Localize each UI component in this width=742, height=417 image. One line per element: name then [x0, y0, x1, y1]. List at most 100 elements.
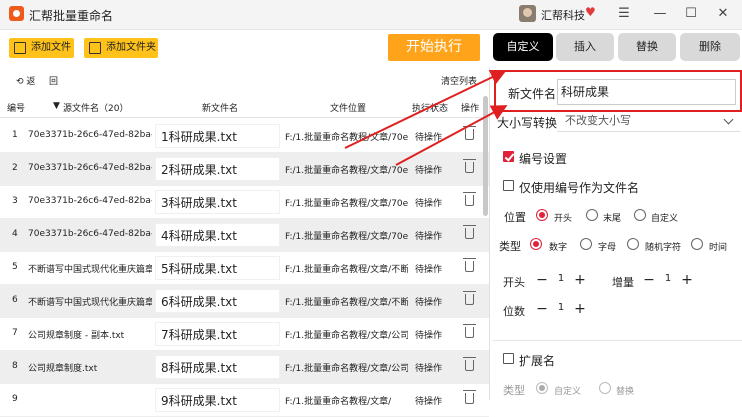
start-value[interactable]: 1	[551, 273, 571, 284]
start-minus-button[interactable]: −	[534, 270, 550, 290]
table-row[interactable]: 9 9科研成果.txt F:/1.批量重命名教程/文章/待操作	[0, 384, 489, 417]
add-file-button[interactable]: 添加文件	[9, 38, 74, 58]
title-bar: 汇帮批量重命名 汇帮科技 ♥ ☰ — ☐ ✕	[0, 0, 742, 30]
col-index[interactable]: 编号	[7, 101, 25, 114]
back-button[interactable]: ⟲ 返	[16, 74, 35, 87]
start-stepper[interactable]: − 1 +	[534, 270, 592, 290]
case-select[interactable]: 不改变大小写	[557, 110, 740, 132]
maximize-button[interactable]: ☐	[680, 4, 702, 24]
digits-value[interactable]: 1	[551, 302, 571, 313]
tab-delete[interactable]: 删除	[680, 33, 740, 61]
type-label: 类型	[499, 240, 521, 253]
close-button[interactable]: ✕	[712, 4, 734, 24]
back-label: 返	[26, 77, 36, 87]
position-custom-radio[interactable]	[634, 209, 646, 221]
row-new-name: 1科研成果.txt	[155, 124, 280, 148]
type-random-radio[interactable]	[627, 238, 639, 250]
digits-minus-button[interactable]: −	[534, 299, 550, 319]
app-logo-icon	[9, 6, 24, 21]
new-filename-label: 新文件名	[508, 87, 557, 101]
tab-insert[interactable]: 插入	[556, 33, 614, 61]
trash-icon[interactable]	[463, 159, 476, 173]
section-divider	[492, 340, 742, 341]
col-original-name[interactable]: 源文件名（20）	[63, 101, 128, 114]
add-file-label: 添加文件	[31, 42, 71, 53]
sort-down-icon[interactable]: ▼	[53, 101, 60, 111]
trash-icon[interactable]	[463, 390, 476, 404]
new-filename-input[interactable]: 科研成果	[557, 79, 736, 105]
table-row[interactable]: 6 不断谱写中国式现代化重庆篇章.txt6科研成果.txt F:/1.批量重命名教程…	[0, 285, 489, 318]
clear-list-button[interactable]: 清空列表	[441, 74, 477, 87]
extension-checkbox[interactable]	[503, 353, 514, 364]
case-label: 大小写转换	[497, 116, 558, 130]
row-location: F:/1.批量重命名教程/文章/不断谱	[285, 298, 408, 308]
table-row[interactable]: 5 不断谱写中国式现代化重庆篇章 - |5科研成果.txt F:/1.批量重命名教程…	[0, 252, 489, 285]
row-status: 待操作	[415, 166, 443, 176]
row-original-name: 公司规章制度 - 副本.txt	[28, 331, 125, 341]
row-new-name: 5科研成果.txt	[155, 256, 280, 280]
start-label: 开头	[503, 276, 525, 289]
row-new-name: 9科研成果.txt	[155, 388, 280, 412]
user-avatar[interactable]	[519, 5, 536, 22]
digits-plus-button[interactable]: +	[572, 299, 588, 319]
start-button[interactable]: 开始执行	[388, 34, 480, 61]
refresh-button[interactable]: 回	[49, 74, 58, 87]
extension-label: 扩展名	[519, 354, 556, 368]
table-row[interactable]: 2 70e3371b-26c6-47ed-82ba-3e72科研成果.txt F:/…	[0, 153, 489, 186]
table-header: 编号 ▼ 源文件名（20） 新文件名 文件位置 执行状态 操作	[0, 94, 489, 118]
type-letter-radio[interactable]	[580, 238, 592, 250]
increment-stepper[interactable]: − 1 +	[641, 270, 699, 290]
file-icon	[14, 42, 26, 54]
position-end-radio[interactable]	[586, 209, 598, 221]
start-plus-button[interactable]: +	[572, 270, 588, 290]
minimize-button[interactable]: —	[649, 4, 671, 24]
trash-icon[interactable]	[463, 126, 476, 140]
row-new-name: 4科研成果.txt	[155, 223, 280, 247]
numbering-label: 编号设置	[519, 152, 568, 166]
only-number-checkbox[interactable]	[503, 180, 514, 191]
tab-custom[interactable]: 自定义	[493, 33, 553, 61]
row-index: 5	[12, 262, 18, 272]
ext-custom-radio[interactable]	[536, 382, 548, 394]
col-new-name[interactable]: 新文件名	[202, 101, 238, 114]
digits-stepper[interactable]: − 1 +	[534, 299, 592, 319]
ext-replace-radio[interactable]	[599, 382, 611, 394]
row-original-name: 70e3371b-26c6-47ed-82ba-3e7	[28, 130, 152, 140]
increment-plus-button[interactable]: +	[679, 270, 695, 290]
add-folder-button[interactable]: 添加文件夹	[84, 38, 158, 58]
row-new-name: 2科研成果.txt	[155, 157, 280, 181]
table-row[interactable]: 1 70e3371b-26c6-47ed-82ba-3e71科研成果.txt F:/…	[0, 120, 489, 153]
col-location[interactable]: 文件位置	[330, 101, 366, 114]
increment-minus-button[interactable]: −	[641, 270, 657, 290]
type-number-radio[interactable]	[530, 238, 542, 250]
trash-icon[interactable]	[463, 258, 476, 272]
position-end-label: 末尾	[603, 214, 622, 224]
row-status: 待操作	[415, 397, 443, 407]
row-original-name: 70e3371b-26c6-47ed-82ba-3e7	[28, 196, 152, 206]
trash-icon[interactable]	[463, 324, 476, 338]
table-scrollbar[interactable]	[483, 96, 488, 216]
col-status[interactable]: 执行状态	[412, 101, 448, 114]
row-index: 9	[12, 394, 18, 404]
table-row[interactable]: 7 公司规章制度 - 副本.txt 7科研成果.txt F:/1.批量重命名教程/文章…	[0, 318, 489, 351]
trash-icon[interactable]	[463, 225, 476, 239]
trash-icon[interactable]	[463, 357, 476, 371]
type-letter-label: 字母	[598, 243, 617, 253]
position-start-radio[interactable]	[536, 209, 548, 221]
table-row[interactable]: 4 70e3371b-26c6-47ed-82ba-3e74科研成果.txt F:/…	[0, 219, 489, 252]
position-start-label: 开头	[554, 214, 573, 224]
trash-icon[interactable]	[463, 192, 476, 206]
increment-value[interactable]: 1	[658, 273, 678, 284]
numbering-checkbox[interactable]	[503, 151, 514, 162]
row-location: F:/1.批量重命名教程/文章/	[285, 397, 392, 407]
user-name[interactable]: 汇帮科技	[541, 7, 585, 23]
trash-icon[interactable]	[463, 291, 476, 305]
table-row[interactable]: 3 70e3371b-26c6-47ed-82ba-3e73科研成果.txt F:/…	[0, 186, 489, 219]
tab-replace[interactable]: 替换	[618, 33, 676, 61]
row-location: F:/1.批量重命名教程/文章/公司规	[285, 331, 408, 341]
row-location: F:/1.批量重命名教程/文章/70e337	[285, 133, 408, 143]
menu-icon[interactable]: ☰	[613, 4, 635, 24]
type-time-radio[interactable]	[691, 238, 703, 250]
row-index: 4	[12, 229, 18, 239]
table-row[interactable]: 8 公司规章制度.txt 8科研成果.txt F:/1.批量重命名教程/文章/公司规待…	[0, 351, 489, 384]
